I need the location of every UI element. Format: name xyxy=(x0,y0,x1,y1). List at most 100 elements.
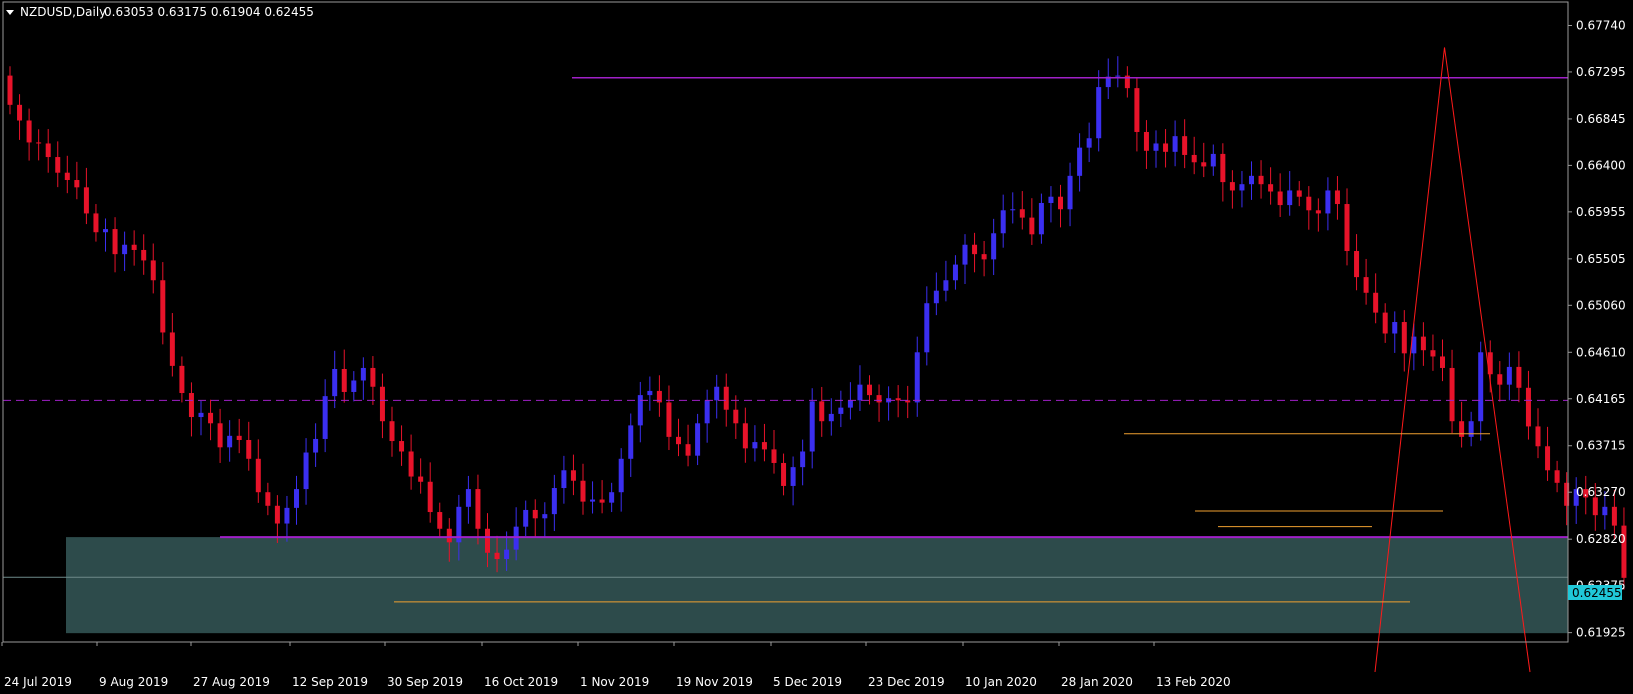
candle-body xyxy=(465,489,471,507)
candle-body xyxy=(1478,352,1484,422)
candle-body xyxy=(246,440,252,459)
candle-body xyxy=(284,507,290,524)
candle-body xyxy=(933,290,939,304)
candle-body xyxy=(551,488,557,515)
candle-body xyxy=(208,412,214,424)
candle-body xyxy=(504,549,510,560)
candle-body xyxy=(943,280,949,291)
candle-body xyxy=(150,260,156,281)
candle-body xyxy=(666,402,672,437)
candle-body xyxy=(322,396,328,439)
candle-body xyxy=(771,449,777,463)
candle-body xyxy=(914,352,920,403)
candle-body xyxy=(819,401,825,422)
candlestick-chart[interactable]: 0.67740 0.67295 0.66845 0.66400 0.65955 0.655… xyxy=(0,0,1633,694)
y-tick-label: 0.65955 xyxy=(1576,205,1626,219)
x-tick-label: 23 Dec 2019 xyxy=(868,675,945,689)
candle-body xyxy=(828,413,834,422)
x-tick-label: 24 Jul 2019 xyxy=(4,675,72,689)
candle-body xyxy=(1506,366,1512,385)
candle-body xyxy=(217,423,223,448)
candle-body xyxy=(1096,87,1102,139)
candle-body xyxy=(55,157,61,173)
candle-body xyxy=(45,143,51,158)
candle-body xyxy=(1287,190,1293,206)
candle-body xyxy=(198,412,204,418)
candle-body xyxy=(838,407,844,414)
candle-body xyxy=(1611,506,1617,526)
candle-body xyxy=(790,467,796,486)
candle-body xyxy=(1535,426,1541,447)
candle-body xyxy=(1468,421,1474,437)
y-tick-label: 0.65060 xyxy=(1576,298,1626,312)
candle-body xyxy=(1229,182,1235,191)
x-tick-label: 10 Jan 2020 xyxy=(965,675,1037,689)
ohlc-values: 0.63053 0.63175 0.61904 0.62455 xyxy=(104,5,314,19)
candle-body xyxy=(1363,277,1369,293)
candle-body xyxy=(1420,336,1426,351)
candle-body xyxy=(1554,470,1560,483)
x-tick-label: 5 Dec 2019 xyxy=(773,675,842,689)
symbol-label: NZDUSD,Daily xyxy=(20,5,106,19)
candle-body xyxy=(1038,202,1044,235)
candle-body xyxy=(1315,210,1321,214)
candle-body xyxy=(370,367,376,387)
candle-body xyxy=(64,172,70,181)
candle-body xyxy=(676,436,681,445)
candle-body xyxy=(1058,196,1063,210)
candle-body xyxy=(618,458,624,493)
candle-body xyxy=(188,393,194,418)
candle-body xyxy=(695,423,701,456)
candle-body xyxy=(141,249,147,261)
candle-body xyxy=(227,435,233,448)
candle-body xyxy=(1153,143,1159,151)
candle-body xyxy=(542,514,548,519)
candle-body xyxy=(523,509,529,527)
candle-body xyxy=(1277,191,1283,206)
candle-body xyxy=(800,451,806,468)
candle-body xyxy=(7,75,13,105)
candle-body xyxy=(580,480,586,502)
candle-body xyxy=(93,213,99,233)
candle-body xyxy=(360,367,366,381)
candle-body xyxy=(1163,143,1169,152)
x-tick-label: 9 Aug 2019 xyxy=(99,675,168,689)
chart-header: NZDUSD,Daily 0.63053 0.63175 0.61904 0.6… xyxy=(6,5,314,19)
candle-body xyxy=(313,438,319,453)
candle-body xyxy=(924,303,930,353)
candle-body xyxy=(399,441,405,452)
candle-body xyxy=(437,512,443,529)
candle-body xyxy=(1296,190,1302,197)
candle-body xyxy=(379,386,385,422)
candle-body xyxy=(1077,147,1083,176)
x-tick-label: 27 Aug 2019 xyxy=(193,675,270,689)
candle-body xyxy=(389,421,395,442)
candle-body xyxy=(532,509,538,519)
candle-body xyxy=(265,492,271,506)
candle-body xyxy=(1545,446,1551,471)
candle-body xyxy=(446,528,452,543)
candle-body xyxy=(1334,190,1340,205)
candle-body xyxy=(761,442,767,450)
candle-body xyxy=(1459,421,1465,437)
candle-body xyxy=(179,365,185,394)
candle-body xyxy=(1172,136,1178,152)
candle-body xyxy=(952,264,958,281)
candle-body xyxy=(1430,350,1436,357)
candle-body xyxy=(867,384,872,396)
candle-body xyxy=(991,233,997,260)
candle-body xyxy=(981,254,987,260)
y-tick-label: 0.62820 xyxy=(1576,532,1626,546)
y-tick-label: 0.64610 xyxy=(1576,345,1626,359)
candle-body xyxy=(1592,497,1598,516)
candle-body xyxy=(17,104,23,121)
candle-body xyxy=(1210,153,1216,167)
candle-body xyxy=(733,409,739,424)
candle-body xyxy=(1306,196,1312,211)
candle-body xyxy=(714,386,720,401)
candle-body xyxy=(351,380,357,392)
candle-body xyxy=(1010,209,1016,211)
candle-body xyxy=(1201,162,1207,167)
candle-body xyxy=(36,142,42,144)
candle-body xyxy=(1115,75,1121,77)
